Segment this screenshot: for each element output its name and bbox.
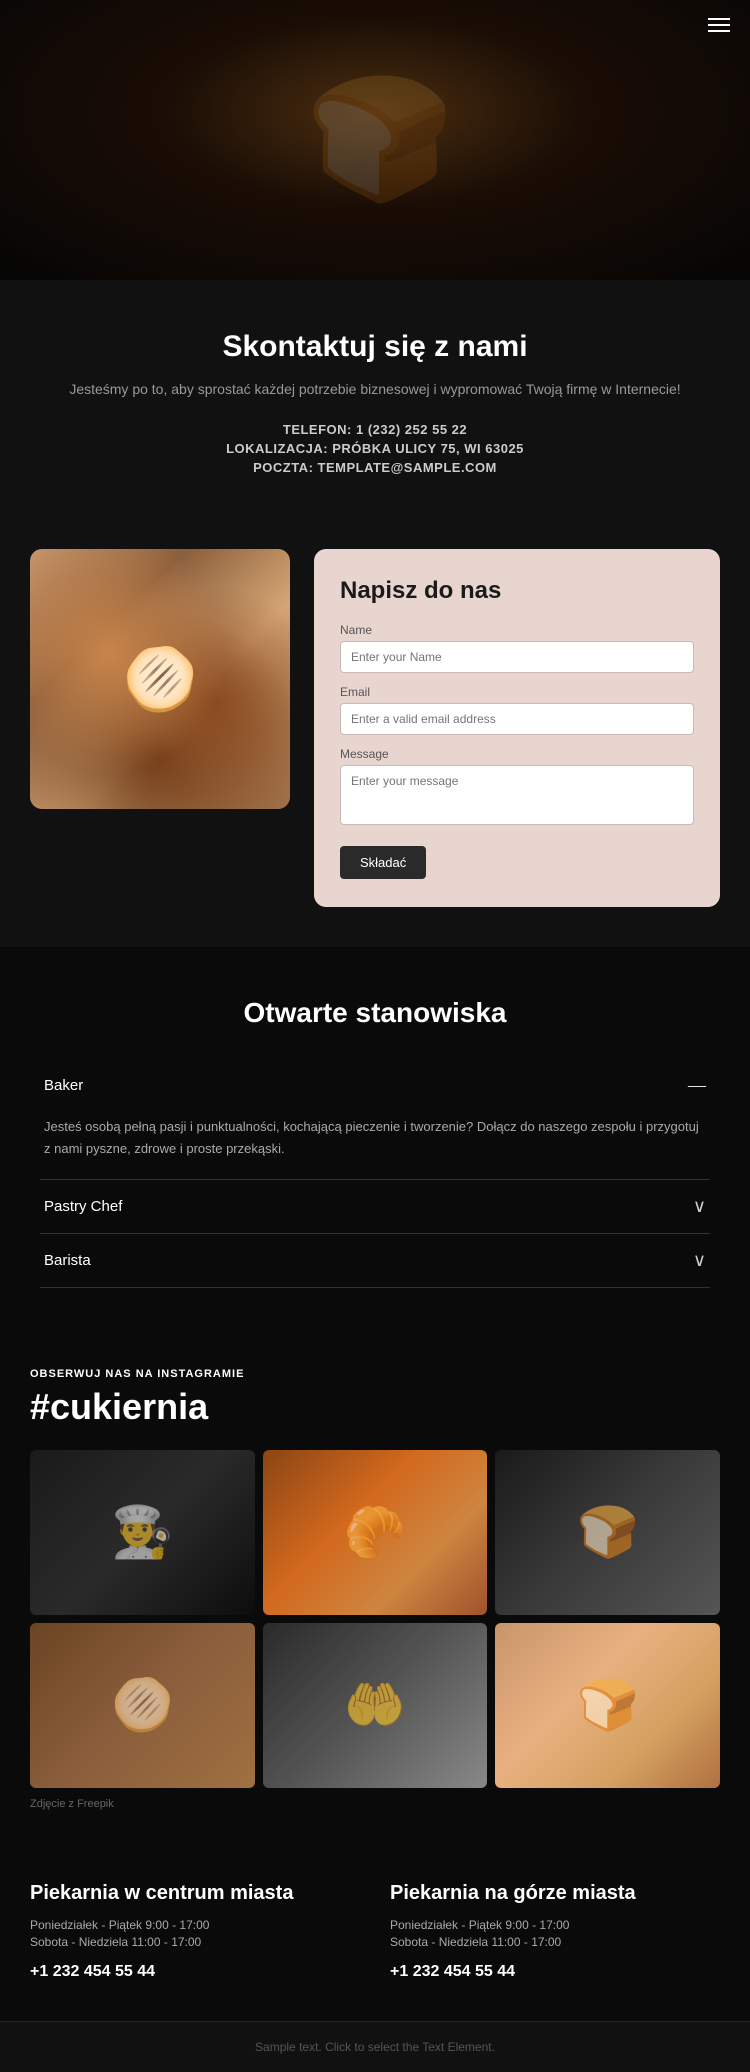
job-item-pastry-chef: Pastry Chef ∨ (40, 1180, 710, 1234)
location-2-phone: +1 232 454 55 44 (390, 1963, 720, 1981)
location-2-weekday-hours: Poniedziałek - Piątek 9:00 - 17:00 (390, 1918, 720, 1932)
warm-bread-icon: 🍞 (495, 1623, 720, 1788)
flour-icon: 🍞 (495, 1450, 720, 1615)
expand-icon-barista: ∨ (693, 1250, 706, 1271)
location-1-weekend-hours: Sobota - Niedziela 11:00 - 17:00 (30, 1935, 360, 1949)
contact-details: TELEFON: 1 (232) 252 55 22 LOKALIZACJA: … (40, 422, 710, 475)
instagram-photo-6[interactable]: 🍞 (495, 1623, 720, 1788)
job-header-baker[interactable]: Baker — (40, 1059, 710, 1112)
email-input[interactable] (340, 703, 694, 735)
message-field-group: Message (340, 747, 694, 830)
hero-decoration: 🍞 (0, 0, 750, 280)
job-header-barista[interactable]: Barista ∨ (40, 1234, 710, 1287)
job-item-barista: Barista ∨ (40, 1234, 710, 1288)
hero-section: 🍞 (0, 0, 750, 280)
menu-button[interactable] (708, 18, 730, 32)
location-2: Piekarnia na górze miasta Poniedziałek -… (390, 1880, 720, 1981)
instagram-photo-2[interactable]: 🥐 (263, 1450, 488, 1615)
collapse-icon-baker: — (688, 1075, 706, 1096)
contact-image: 🫓 (30, 549, 290, 809)
locations-section: Piekarnia w centrum miasta Poniedziałek … (0, 1860, 750, 2021)
instagram-photo-5[interactable]: 🤲 (263, 1623, 488, 1788)
footer-note: Sample text. Click to select the Text El… (255, 2040, 495, 2054)
location-1: Piekarnia w centrum miasta Poniedziałek … (30, 1880, 360, 1981)
hands-icon: 🤲 (263, 1623, 488, 1788)
location-1-title: Piekarnia w centrum miasta (30, 1880, 360, 1906)
instagram-grid: 👨‍🍳 🥐 🍞 🫓 🤲 🍞 (30, 1450, 720, 1788)
pastries-icon: 🥐 (263, 1450, 488, 1615)
message-label: Message (340, 747, 694, 761)
instagram-label: OBSERWUJ NAS NA INSTAGRAMIE (30, 1368, 720, 1380)
submit-button[interactable]: Składać (340, 846, 426, 879)
contact-form-section: 🫓 Napisz do nas Name Email Message Skład… (0, 519, 750, 947)
job-title-barista: Barista (44, 1252, 91, 1269)
contact-info-section: Skontaktuj się z nami Jesteśmy po to, ab… (0, 280, 750, 519)
location-1-phone: +1 232 454 55 44 (30, 1963, 360, 1981)
instagram-hashtag: #cukiernia (30, 1386, 720, 1428)
contact-phone: TELEFON: 1 (232) 252 55 22 (40, 422, 710, 437)
name-field-group: Name (340, 623, 694, 673)
bread-image-visual: 🫓 (30, 549, 290, 809)
location-2-weekend-hours: Sobota - Niedziela 11:00 - 17:00 (390, 1935, 720, 1949)
instagram-photo-3[interactable]: 🍞 (495, 1450, 720, 1615)
expand-icon-pastry-chef: ∨ (693, 1196, 706, 1217)
email-field-group: Email (340, 685, 694, 735)
job-item-baker: Baker — Jesteś osobą pełną pasji i punkt… (40, 1059, 710, 1179)
contact-location: LOKALIZACJA: PRÓBKA ULICY 75, WI 63025 (40, 441, 710, 456)
location-1-weekday-hours: Poniedziałek - Piątek 9:00 - 17:00 (30, 1918, 360, 1932)
email-label: Email (340, 685, 694, 699)
footer: Sample text. Click to select the Text El… (0, 2021, 750, 2072)
rustic-bread-icon: 🫓 (30, 1623, 255, 1788)
contact-form-box: Napisz do nas Name Email Message Składać (314, 549, 720, 907)
form-title: Napisz do nas (340, 577, 694, 605)
message-input[interactable] (340, 765, 694, 825)
job-title-pastry-chef: Pastry Chef (44, 1198, 122, 1215)
location-2-title: Piekarnia na górze miasta (390, 1880, 720, 1906)
photo-credit: Zdjęcie z Freepik (30, 1798, 720, 1810)
contact-subtitle: Jesteśmy po to, aby sprostać każdej potr… (40, 378, 710, 400)
job-title-baker: Baker (44, 1077, 83, 1094)
jobs-title: Otwarte stanowiska (40, 997, 710, 1029)
jobs-section: Otwarte stanowiska Baker — Jesteś osobą … (0, 947, 750, 1327)
contact-email: POCZTA: TEMPLATE@SAMPLE.COM (40, 460, 710, 475)
instagram-section: OBSERWUJ NAS NA INSTAGRAMIE #cukiernia 👨… (0, 1328, 750, 1860)
instagram-photo-4[interactable]: 🫓 (30, 1623, 255, 1788)
name-input[interactable] (340, 641, 694, 673)
contact-title: Skontaktuj się z nami (40, 330, 710, 364)
job-header-pastry-chef[interactable]: Pastry Chef ∨ (40, 1180, 710, 1233)
chef-icon: 👨‍🍳 (30, 1450, 255, 1615)
name-label: Name (340, 623, 694, 637)
job-body-baker: Jesteś osobą pełną pasji i punktualności… (40, 1112, 710, 1178)
instagram-photo-1[interactable]: 👨‍🍳 (30, 1450, 255, 1615)
